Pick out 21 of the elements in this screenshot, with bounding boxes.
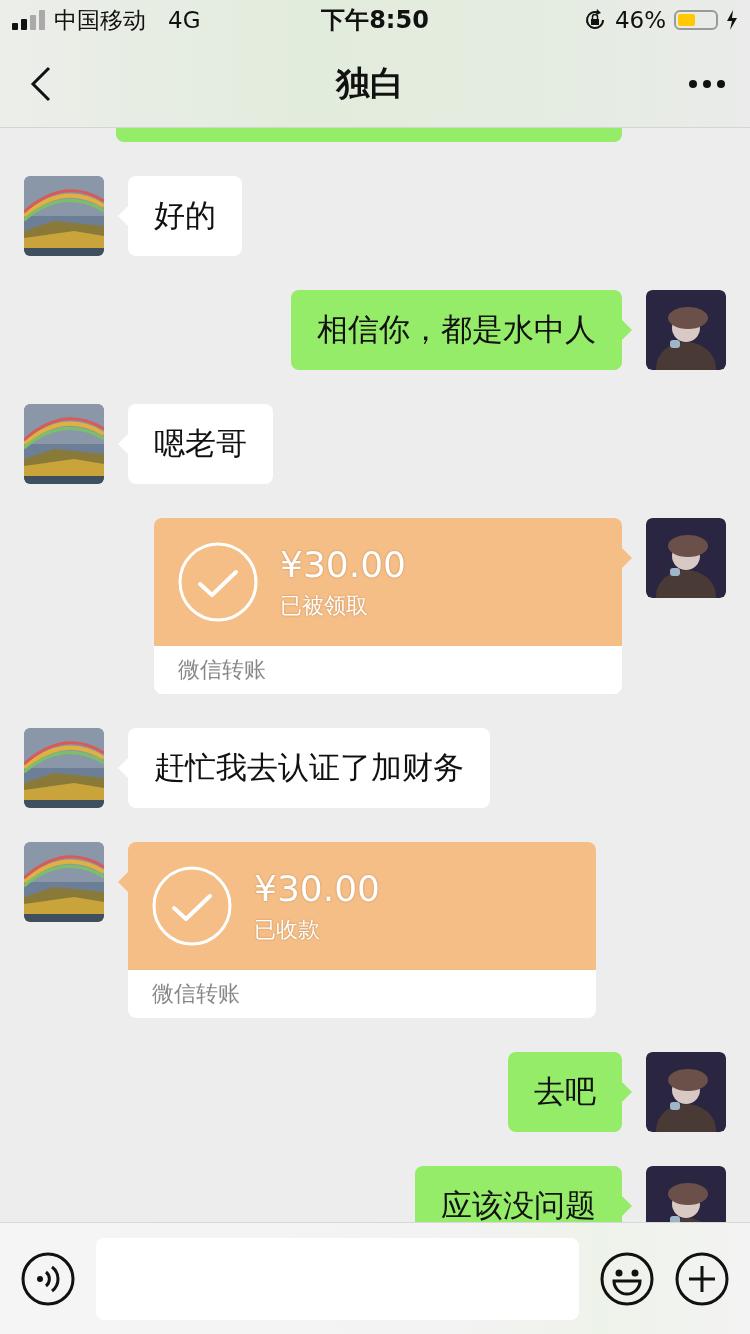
status-time: 下午8:50: [321, 5, 429, 36]
transfer-label: 微信转账: [178, 656, 266, 684]
voice-icon[interactable]: [21, 1251, 75, 1306]
battery-icon: [674, 10, 718, 30]
battery-percent: 46%: [614, 7, 666, 33]
check-circle-icon: [178, 542, 258, 622]
charging-icon: [726, 10, 738, 30]
transfer-amount: ¥30.00: [254, 867, 380, 909]
plus-icon[interactable]: [675, 1251, 729, 1306]
more-icon[interactable]: [688, 78, 726, 89]
emoji-icon[interactable]: [600, 1251, 654, 1306]
transfer-label: 微信转账: [152, 980, 240, 1008]
chat-title: 独白: [336, 61, 404, 105]
signal-icon: [12, 10, 46, 30]
check-circle-icon: [152, 866, 232, 946]
network-type: 4G: [168, 7, 201, 33]
carrier-name: 中国移动: [54, 5, 146, 35]
back-icon[interactable]: [30, 65, 52, 102]
transfer-status: 已收款: [254, 915, 321, 944]
transfer-amount: ¥30.00: [280, 543, 406, 585]
transfer-status: 已被领取: [280, 591, 369, 620]
